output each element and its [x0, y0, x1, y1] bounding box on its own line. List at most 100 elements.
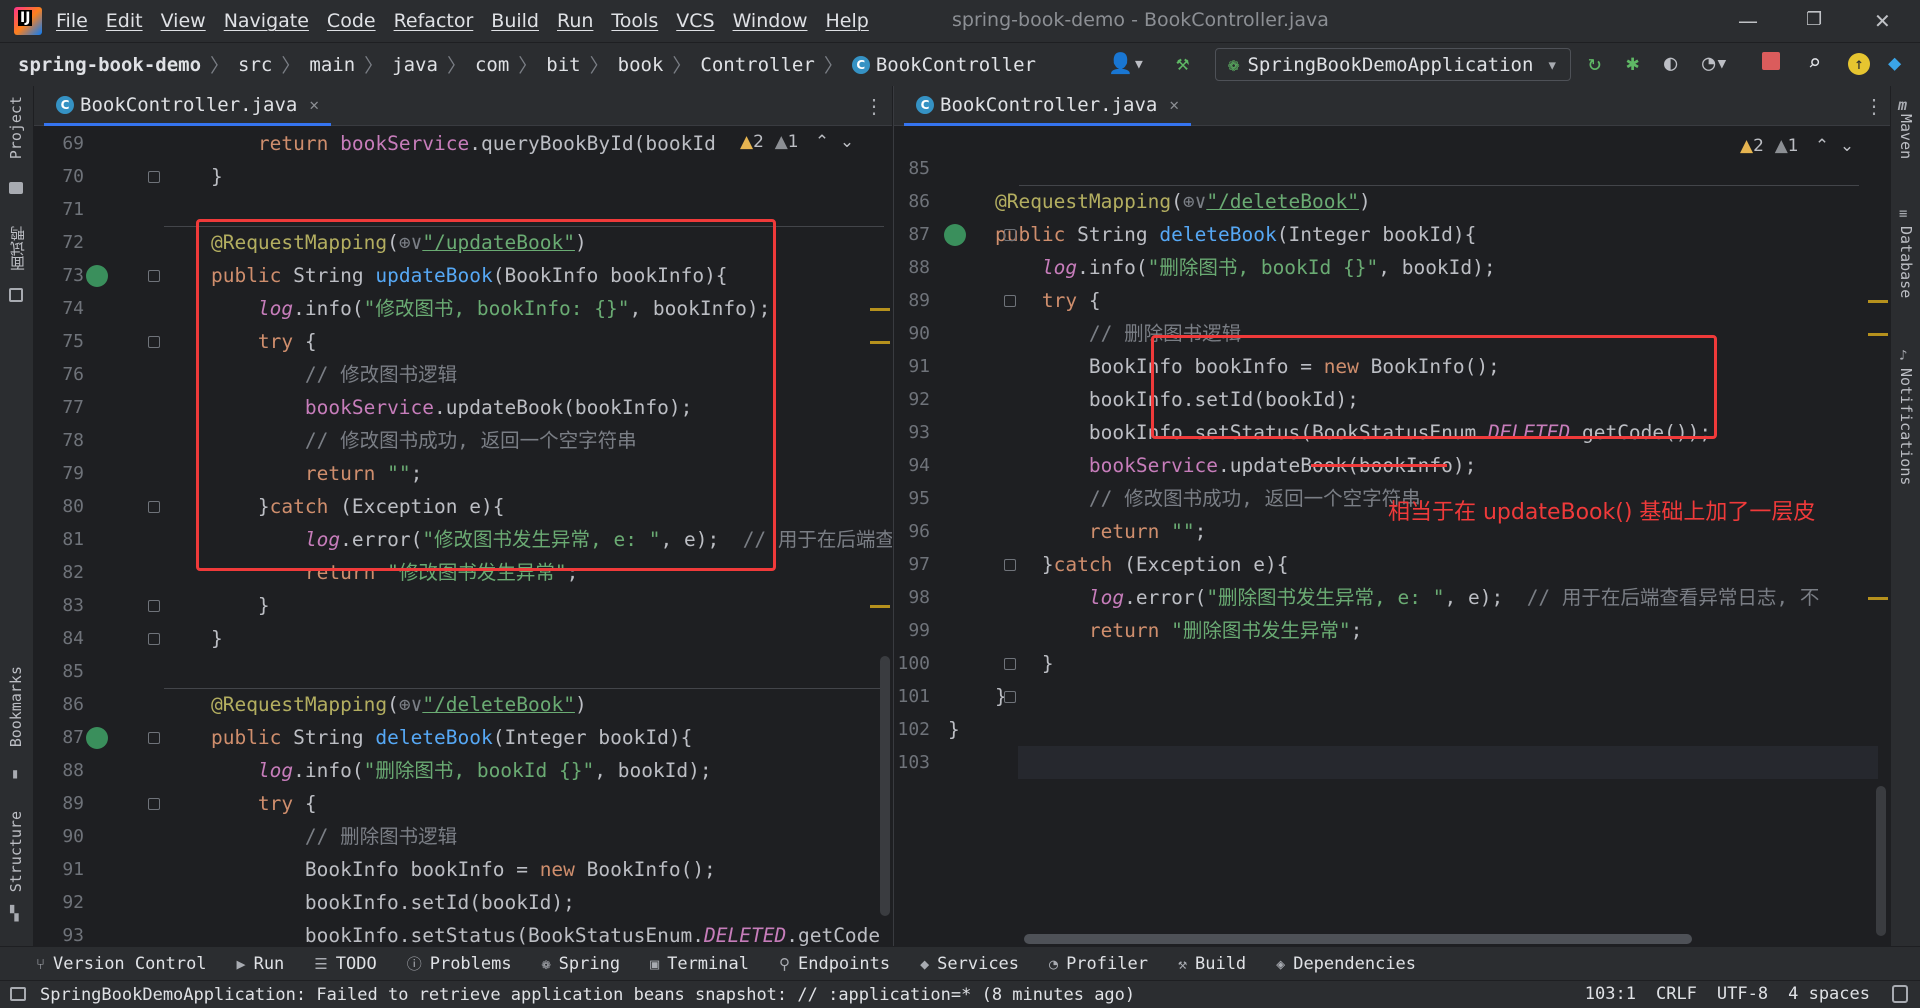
caret-position[interactable]: 103:1: [1585, 984, 1636, 1004]
fold-icon[interactable]: [1004, 691, 1016, 703]
menu-vcs[interactable]: VCS: [676, 10, 714, 32]
breadcrumb-bit[interactable]: bit: [546, 54, 580, 76]
run-gutter-icon[interactable]: [86, 265, 108, 287]
code-line[interactable]: }: [948, 647, 1054, 680]
close-tab-icon[interactable]: ✕: [1169, 95, 1179, 114]
fold-icon[interactable]: [148, 798, 160, 810]
prev-highlight-icon[interactable]: ⌃: [1815, 136, 1829, 156]
rerun-icon[interactable]: ↻: [1588, 51, 1601, 76]
tool-run[interactable]: ▶ Run: [237, 954, 285, 974]
code-line[interactable]: bookInfo.setId(bookId);: [164, 886, 575, 919]
tool-build[interactable]: ⚒ Build: [1178, 954, 1246, 974]
breadcrumb-com[interactable]: com: [475, 54, 509, 76]
code-line[interactable]: @RequestMapping(⊕∨"/deleteBook"): [164, 688, 587, 721]
breadcrumb-src[interactable]: src: [238, 54, 272, 76]
tool-spring[interactable]: ❁ Spring: [542, 954, 620, 974]
hammer-icon[interactable]: ⚒: [1176, 51, 1189, 76]
database-tool[interactable]: Database: [1897, 226, 1915, 298]
code-line[interactable]: BookInfo bookInfo = new BookInfo();: [164, 853, 716, 886]
menu-edit[interactable]: Edit: [106, 10, 143, 32]
profile-icon[interactable]: ◔▾: [1702, 51, 1729, 76]
right-editor-tab[interactable]: C BookController.java ✕: [904, 86, 1191, 126]
fold-icon[interactable]: [148, 336, 160, 348]
inspection-widget[interactable]: ▲2 ▲1 ⌃ ⌄: [1740, 136, 1854, 156]
more-icon[interactable]: ⋮: [1864, 94, 1884, 118]
menu-view[interactable]: View: [161, 10, 206, 32]
fold-icon[interactable]: [148, 600, 160, 612]
maven-tool[interactable]: Maven: [1897, 114, 1915, 159]
next-highlight-icon[interactable]: ⌄: [1840, 136, 1854, 156]
code-line[interactable]: log.info("删除图书, bookId {}", bookId);: [948, 251, 1496, 284]
fold-icon[interactable]: [1004, 658, 1016, 670]
code-line[interactable]: }: [164, 589, 270, 622]
tool-endpoints[interactable]: ⚲ Endpoints: [779, 954, 890, 974]
fold-icon[interactable]: [1004, 295, 1016, 307]
breadcrumb-main[interactable]: main: [309, 54, 355, 76]
tool-terminal[interactable]: ▣ Terminal: [650, 954, 749, 974]
left-vertical-scrollbar[interactable]: [880, 656, 890, 916]
menu-navigate[interactable]: Navigate: [224, 10, 309, 32]
code-line[interactable]: public String deleteBook(Integer bookId)…: [948, 218, 1476, 251]
error-stripe-mark[interactable]: [870, 341, 890, 344]
code-line[interactable]: log.info("删除图书, bookId {}", bookId);: [164, 754, 712, 787]
debug-icon[interactable]: ✱: [1626, 51, 1639, 76]
menu-code[interactable]: Code: [327, 10, 376, 32]
indent-setting[interactable]: 4 spaces: [1788, 984, 1870, 1004]
lock-icon[interactable]: [1892, 985, 1908, 1003]
code-line[interactable]: @RequestMapping(⊕∨"/deleteBook"): [948, 185, 1371, 218]
breadcrumb-bookcontroller[interactable]: BookController: [876, 54, 1036, 76]
error-stripe-mark[interactable]: [1868, 300, 1888, 303]
left-editor-tab[interactable]: C BookController.java ✕: [44, 86, 331, 126]
code-line[interactable]: bookInfo.setStatus(BookStatusEnum.DELETE…: [164, 919, 880, 946]
coverage-icon[interactable]: ◐: [1664, 51, 1677, 76]
menu-window[interactable]: Window: [733, 10, 808, 32]
run-gutter-icon[interactable]: [944, 224, 966, 246]
bookmarks-tool[interactable]: Bookmarks: [7, 666, 25, 747]
fold-icon[interactable]: [148, 633, 160, 645]
code-line[interactable]: try {: [164, 787, 317, 820]
fold-icon[interactable]: [148, 501, 160, 513]
run-config-select[interactable]: ❁ SpringBookDemoApplication ▾: [1215, 48, 1571, 81]
code-line[interactable]: log.error("删除图书发生异常, e: ", e); // 用于在后端查…: [948, 581, 1820, 614]
fold-icon[interactable]: [148, 270, 160, 282]
close-tab-icon[interactable]: ✕: [309, 95, 319, 114]
menu-file[interactable]: File: [56, 10, 88, 32]
code-line[interactable]: return bookService.queryBookById(bookId: [164, 127, 716, 160]
code-line[interactable]: }catch (Exception e){: [948, 548, 1289, 581]
search-icon[interactable]: ⌕: [1808, 51, 1821, 76]
breadcrumb-project[interactable]: spring-book-demo: [18, 54, 201, 76]
tool-todo[interactable]: ☰ TODO: [314, 954, 376, 974]
code-line[interactable]: }: [948, 713, 960, 746]
code-line[interactable]: return "删除图书发生异常";: [948, 614, 1362, 647]
error-stripe-mark[interactable]: [1868, 597, 1888, 600]
fold-icon[interactable]: [148, 171, 160, 183]
code-line[interactable]: }: [164, 160, 223, 193]
tool-version-control[interactable]: ⑂ Version Control: [36, 954, 207, 974]
breadcrumb-book[interactable]: book: [618, 54, 664, 76]
code-line[interactable]: // 修改图书成功, 返回一个空字符串: [948, 482, 1421, 515]
tool-profiler[interactable]: ◔ Profiler: [1049, 954, 1148, 974]
fold-icon[interactable]: [1004, 229, 1016, 241]
menu-tools[interactable]: Tools: [611, 10, 658, 32]
fold-icon[interactable]: [1004, 559, 1016, 571]
inspection-widget[interactable]: ▲2 ▲1 ⌃ ⌄: [740, 132, 854, 152]
more-icon[interactable]: ⋮: [864, 94, 884, 118]
right-horizontal-scrollbar[interactable]: [1024, 934, 1692, 944]
menu-help[interactable]: Help: [825, 10, 868, 32]
code-line[interactable]: return "";: [948, 515, 1206, 548]
structure-tool[interactable]: Structure: [7, 811, 25, 892]
breadcrumb-java[interactable]: java: [392, 54, 438, 76]
user-icon[interactable]: 👤▾: [1108, 51, 1145, 75]
restore-icon[interactable]: ❐: [1806, 9, 1822, 30]
menu-run[interactable]: Run: [557, 10, 593, 32]
code-line[interactable]: }: [948, 680, 1007, 713]
status-message[interactable]: SpringBookDemoApplication: Failed to ret…: [40, 985, 1135, 1005]
error-stripe-mark[interactable]: [870, 308, 890, 311]
tool-problems[interactable]: ⓘ Problems: [407, 953, 512, 974]
code-line[interactable]: try {: [948, 284, 1101, 317]
right-vertical-scrollbar[interactable]: [1876, 786, 1886, 936]
update-icon[interactable]: ↑: [1848, 53, 1870, 75]
mianshiya-tool[interactable]: 面试鸭: [7, 226, 28, 271]
code-line[interactable]: // 删除图书逻辑: [164, 820, 457, 853]
run-gutter-icon[interactable]: [86, 727, 108, 749]
